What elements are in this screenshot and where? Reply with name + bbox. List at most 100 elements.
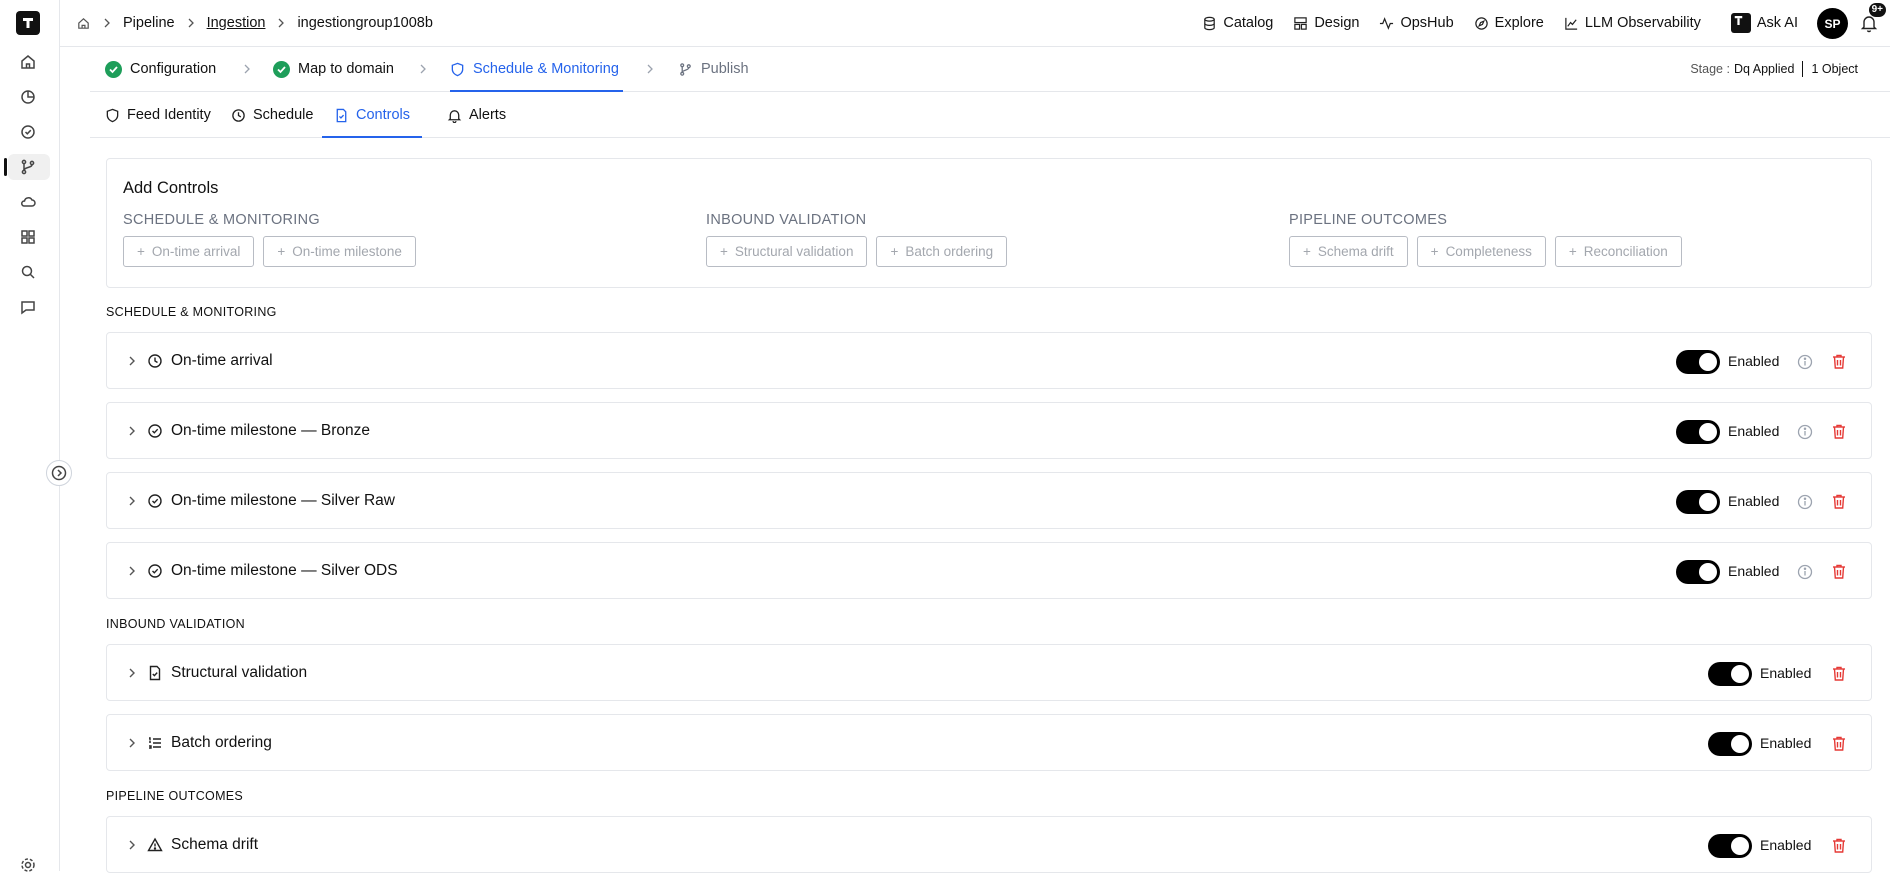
divider — [1802, 61, 1804, 77]
info-icon[interactable] — [1797, 354, 1813, 370]
grid-icon[interactable] — [18, 227, 38, 247]
trash-icon[interactable] — [1831, 423, 1847, 440]
home-icon[interactable] — [18, 52, 38, 72]
toggle-status: Enabled — [1728, 563, 1780, 579]
enabled-toggle[interactable] — [1676, 350, 1720, 374]
nav-explore-label: Explore — [1494, 15, 1544, 31]
database-icon — [1202, 16, 1217, 31]
enabled-toggle[interactable] — [1676, 560, 1720, 584]
add-structural-validation-button[interactable]: + Structural validation — [706, 236, 868, 267]
object-count: 1 Object — [1811, 62, 1858, 76]
chevron-right-icon[interactable] — [127, 667, 137, 679]
nav-llm-observability[interactable]: LLM Observability — [1564, 15, 1701, 31]
notification-badge: 9+ — [1868, 3, 1886, 17]
check-circle-icon — [147, 493, 163, 509]
breadcrumb-ingestion[interactable]: Ingestion — [207, 15, 266, 31]
chevron-right-icon[interactable] — [127, 839, 137, 851]
info-icon[interactable] — [1797, 564, 1813, 580]
add-on-time-arrival-button[interactable]: + On-time arrival — [123, 236, 255, 267]
step-label: Publish — [701, 61, 749, 77]
enabled-toggle[interactable] — [1708, 732, 1752, 756]
trash-icon[interactable] — [1831, 493, 1847, 510]
file-check-icon — [334, 108, 349, 123]
pipeline-icon[interactable] — [18, 157, 38, 177]
stage-value: Dq Applied — [1733, 62, 1795, 76]
add-reconciliation-button[interactable]: + Reconciliation — [1554, 236, 1682, 267]
chevron-right-icon[interactable] — [127, 355, 137, 367]
tab-schedule[interactable]: Schedule — [219, 93, 325, 137]
ask-ai-button[interactable]: Ask AI — [1730, 13, 1798, 33]
check-icon — [273, 60, 290, 78]
tab-alerts[interactable]: Alerts — [435, 93, 518, 137]
chevron-right-icon[interactable] — [127, 737, 137, 749]
control-row[interactable]: On-time milestone — Bronze Enabled — [106, 402, 1872, 459]
add-batch-ordering-button[interactable]: + Batch ordering — [876, 236, 1008, 267]
control-row[interactable]: On-time milestone — Silver Raw Enabled — [106, 472, 1872, 529]
chat-icon[interactable] — [18, 297, 38, 317]
info-icon[interactable] — [1797, 424, 1813, 440]
breadcrumb-home-icon[interactable] — [76, 16, 91, 31]
chevron-right-icon[interactable] — [127, 565, 137, 577]
nav-opshub[interactable]: OpsHub — [1379, 15, 1454, 31]
app-logo[interactable] — [16, 11, 40, 35]
step-configuration[interactable]: Configuration — [105, 47, 216, 91]
add-schema-drift-button[interactable]: + Schema drift — [1289, 236, 1408, 267]
trash-icon[interactable] — [1831, 563, 1847, 580]
shield-icon — [105, 108, 120, 123]
enabled-toggle[interactable] — [1708, 834, 1752, 858]
line-chart-icon — [1564, 16, 1579, 31]
trash-icon[interactable] — [1831, 353, 1847, 370]
step-map-to-domain[interactable]: Map to domain — [273, 47, 394, 91]
plus-icon: + — [137, 244, 145, 259]
chevron-right-icon[interactable] — [127, 495, 137, 507]
control-label: Schema drift — [171, 836, 259, 853]
cloud-icon[interactable] — [18, 192, 38, 212]
sidebar-expand-button[interactable] — [46, 460, 72, 486]
tab-feed-identity[interactable]: Feed Identity — [93, 93, 223, 137]
control-row[interactable]: Structural validation Enabled — [106, 644, 1872, 701]
control-label: Batch ordering — [171, 734, 272, 751]
step-schedule-monitoring[interactable]: Schedule & Monitoring — [450, 47, 623, 92]
check-circle-icon[interactable] — [18, 122, 38, 142]
avatar[interactable]: SP — [1817, 8, 1848, 39]
trash-icon[interactable] — [1831, 837, 1847, 854]
ask-ai-label: Ask AI — [1756, 15, 1798, 31]
add-completeness-button[interactable]: + Completeness — [1416, 236, 1546, 267]
search-icon[interactable] — [18, 262, 38, 282]
breadcrumb-pipeline[interactable]: Pipeline — [123, 15, 175, 31]
add-group-title: SCHEDULE & MONITORING — [123, 212, 320, 228]
bell-icon — [447, 108, 462, 123]
stage-info: Stage : Dq Applied 1 Object — [1690, 47, 1858, 91]
left-rail — [0, 0, 60, 872]
list-ordered-icon — [147, 735, 163, 751]
clock-icon — [231, 108, 246, 123]
control-row[interactable]: On-time arrival Enabled — [106, 332, 1872, 389]
control-row[interactable]: On-time milestone — Silver ODS Enabled — [106, 542, 1872, 599]
step-label: Map to domain — [298, 61, 394, 77]
nav-explore[interactable]: Explore — [1474, 15, 1544, 31]
info-icon[interactable] — [1797, 494, 1813, 510]
chevron-right-icon[interactable] — [127, 425, 137, 437]
enabled-toggle[interactable] — [1676, 490, 1720, 514]
active-nav-indicator — [4, 158, 7, 176]
nav-design[interactable]: Design — [1293, 15, 1359, 31]
nav-catalog-label: Catalog — [1223, 15, 1274, 31]
nav-opshub-label: OpsHub — [1400, 15, 1454, 31]
enabled-toggle[interactable] — [1708, 662, 1752, 686]
ask-ai-logo-icon — [1730, 13, 1751, 33]
step-publish[interactable]: Publish — [678, 47, 749, 91]
tab-label: Feed Identity — [127, 107, 211, 123]
trash-icon[interactable] — [1831, 665, 1847, 682]
analytics-icon[interactable] — [18, 87, 38, 107]
control-row[interactable]: Schema drift Enabled — [106, 816, 1872, 873]
control-row[interactable]: Batch ordering Enabled — [106, 714, 1872, 771]
tab-controls[interactable]: Controls — [322, 93, 422, 138]
nav-catalog[interactable]: Catalog — [1202, 15, 1273, 31]
gear-icon[interactable] — [18, 855, 38, 875]
check-circle-icon — [147, 563, 163, 579]
control-tabs: Feed Identity Schedule Controls Alerts — [90, 93, 1890, 138]
section-title-schedule: SCHEDULE & MONITORING — [106, 305, 277, 319]
trash-icon[interactable] — [1831, 735, 1847, 752]
enabled-toggle[interactable] — [1676, 420, 1720, 444]
add-on-time-milestone-button[interactable]: + On-time milestone — [263, 236, 416, 267]
